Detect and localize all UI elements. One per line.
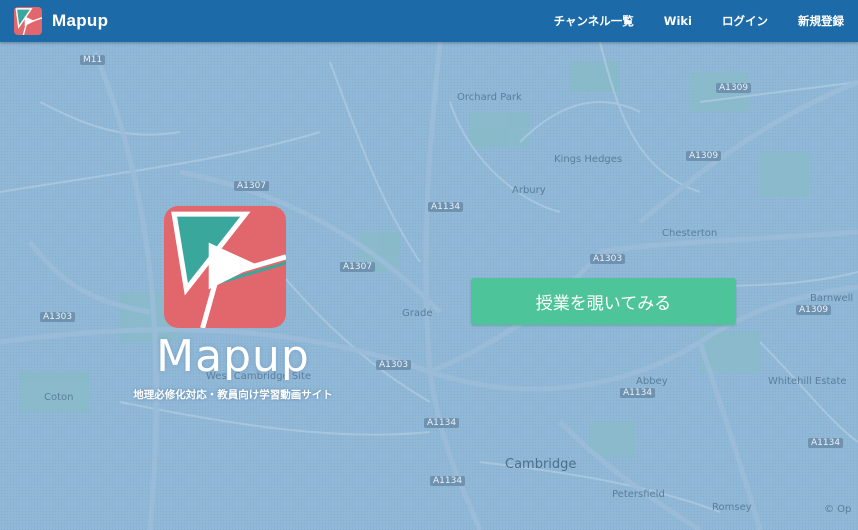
map-road-label: M11 <box>80 55 106 65</box>
hero-tagline: 地理必修化対応・教員向け学習動画サイト <box>133 389 333 401</box>
map-place-label: Abbey <box>636 376 668 387</box>
map-place-label: Whitehill Estate <box>768 376 847 387</box>
map-road-label: A1134 <box>808 438 844 448</box>
nav-signup[interactable]: 新規登録 <box>798 13 844 29</box>
mapup-logo-icon <box>14 7 42 35</box>
map-road-label: A1134 <box>428 202 464 212</box>
map-place-label: Chesterton <box>662 228 718 239</box>
map-road-label: A1134 <box>620 388 656 398</box>
map-place-label: Grade <box>402 308 433 319</box>
nav-login[interactable]: ログイン <box>722 13 768 29</box>
nav-wiki[interactable]: Wiki <box>664 14 692 28</box>
nav-channel-list[interactable]: チャンネル一覧 <box>554 13 634 29</box>
nav-links: チャンネル一覧 Wiki ログイン 新規登録 <box>524 0 844 42</box>
map-place-label: Orchard Park <box>457 92 522 103</box>
brand-link[interactable]: Mapup <box>14 7 108 35</box>
mapup-play-logo-icon <box>164 206 286 328</box>
map-road-label: A1303 <box>590 254 626 264</box>
map-place-label: Kings Hedges <box>554 154 623 165</box>
map-road-label: A1309 <box>716 83 752 93</box>
hero-section: M11 A1307 A1309 A1303 A1134 A1134 A1307 … <box>0 42 858 530</box>
map-place-label: Romsey <box>712 502 752 513</box>
hero-logo: Mapup 地理必修化対応・教員向け学習動画サイト <box>118 206 348 416</box>
map-road-label: A1309 <box>686 151 722 161</box>
map-road-label: A1309 <box>796 305 832 315</box>
map-road-label: A1303 <box>40 312 76 322</box>
map-road-label: A1307 <box>234 181 270 191</box>
map-place-label: Coton <box>44 392 74 403</box>
map-road-label: A1303 <box>376 360 412 370</box>
map-place-label: Cambridge <box>505 457 577 472</box>
map-road-label: A1134 <box>424 418 460 428</box>
map-place-label: Arbury <box>512 185 546 196</box>
map-attribution: © Op <box>824 504 852 515</box>
brand-name: Mapup <box>52 11 109 30</box>
map-road-label: A1134 <box>430 476 466 486</box>
watch-class-button[interactable]: 授業を覗いてみる <box>471 278 736 325</box>
top-navbar: Mapup チャンネル一覧 Wiki ログイン 新規登録 <box>0 0 858 42</box>
map-place-label: Barnwell <box>810 293 854 304</box>
hero-logo-wordmark: Mapup <box>156 331 310 382</box>
map-place-label: Petersfield <box>612 489 665 500</box>
